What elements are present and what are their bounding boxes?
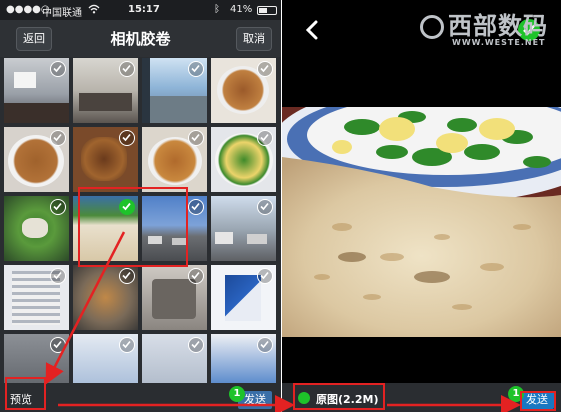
photo-thumbnail[interactable] [4,58,69,123]
select-circle[interactable] [119,61,135,77]
carrier-label: 中国联通 [42,8,82,19]
wifi-icon [88,4,100,17]
select-circle[interactable] [257,268,273,284]
select-circle[interactable] [188,61,204,77]
select-circle[interactable] [50,61,66,77]
select-circle[interactable] [50,268,66,284]
battery-icon [257,6,277,15]
select-circle[interactable] [119,130,135,146]
annotation-box-selected-photo [78,187,188,267]
annotation-box-original [293,383,385,410]
photo-thumbnail[interactable] [211,127,276,192]
cancel-button[interactable]: 取消 [236,27,272,51]
photo-thumbnail[interactable] [142,265,207,330]
photo-thumbnail[interactable] [142,58,207,123]
annotation-box-send [520,391,556,411]
photo-thumbnail[interactable] [4,127,69,192]
photo-preview-screen [282,0,561,412]
nav-bar: 返回 相机胶卷 取消 [0,20,281,57]
photo-thumbnail[interactable] [211,265,276,330]
photo-thumbnail[interactable] [73,58,138,123]
status-bar: ●●●●○ 中国联通 15:17 ᛒ 41% [0,0,281,20]
select-circle[interactable] [50,130,66,146]
select-circle[interactable] [257,199,273,215]
battery-percent: 41% [230,4,253,15]
photo-thumbnail[interactable] [142,127,207,192]
select-circle[interactable] [257,61,273,77]
photo-thumbnail[interactable] [211,196,276,261]
annotation-box-preview [5,377,46,410]
select-circle[interactable] [257,337,273,353]
watermark-url: WWW.WESTE.NET [452,38,546,47]
bluetooth-icon: ᛒ [214,4,220,15]
photo-thumbnail[interactable] [4,265,69,330]
select-circle[interactable] [119,268,135,284]
select-circle[interactable] [257,130,273,146]
photo-thumbnail[interactable] [4,196,69,261]
watermark-brand: 西部数码 [448,12,548,40]
selected-count-badge: 1 [229,386,245,402]
select-circle[interactable] [188,268,204,284]
photo-thumbnail[interactable] [73,265,138,330]
select-circle[interactable] [188,337,204,353]
photo-thumbnail[interactable] [73,127,138,192]
select-circle[interactable] [50,199,66,215]
select-circle[interactable] [188,199,204,215]
back-chevron-icon[interactable] [305,20,318,44]
photo-thumbnail[interactable] [211,58,276,123]
clock: 15:17 [128,4,160,15]
preview-image [282,107,561,337]
select-circle[interactable] [188,130,204,146]
select-circle[interactable] [50,337,66,353]
select-circle[interactable] [119,337,135,353]
watermark-logo: 西部数码 [420,6,548,41]
